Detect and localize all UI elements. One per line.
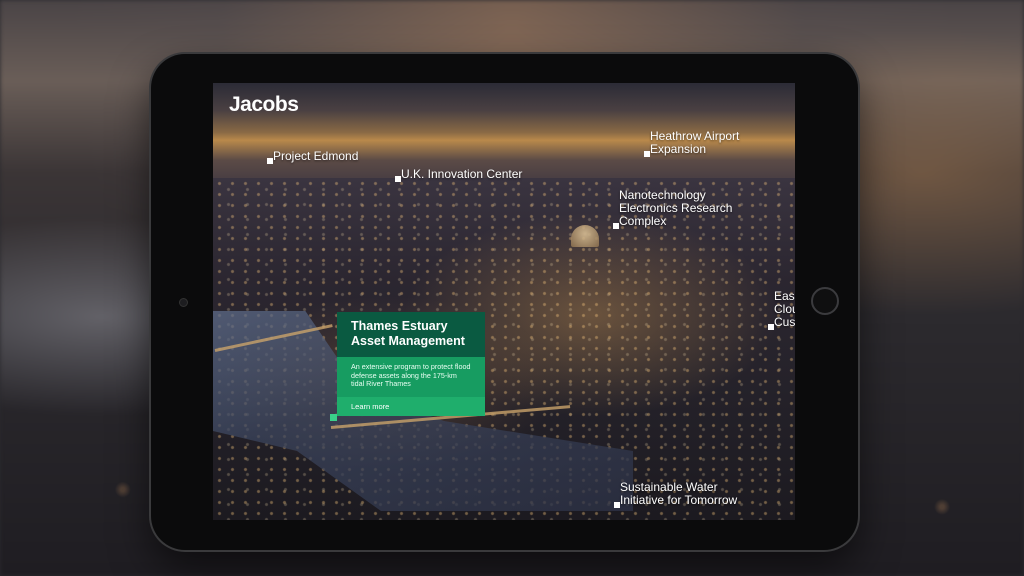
card-title: Thames Estuary Asset Management <box>337 312 485 357</box>
marker-uk-innovation-center[interactable]: U.K. Innovation Center <box>395 167 523 182</box>
st-pauls-dome <box>571 225 599 247</box>
marker-dot-icon <box>395 176 401 182</box>
marker-dot-icon <box>613 223 619 229</box>
marker-project-edmond[interactable]: Project Edmond <box>267 149 359 164</box>
front-camera <box>179 298 188 307</box>
marker-dot-icon <box>768 324 774 330</box>
marker-label: Project Edmond <box>273 149 359 163</box>
marker-label: Sustainable Water Initiative for Tomorro… <box>620 480 738 507</box>
marker-label: Heathrow Airport Expansion <box>650 129 740 156</box>
card-location-pin-icon[interactable] <box>330 414 337 421</box>
card-description: An extensive program to protect flood de… <box>351 362 471 388</box>
jacobs-logo[interactable]: Jacobs <box>229 93 299 117</box>
tablet-screen: Jacobs Project Edmond U.K. Innovation Ce… <box>213 83 795 520</box>
marker-heathrow-airport-expansion[interactable]: Heathrow Airport Expansion <box>644 129 740 157</box>
card-body: An extensive program to protect flood de… <box>337 357 485 416</box>
marker-label: U.K. Innovation Center <box>401 167 523 181</box>
marker-dot-icon <box>267 158 273 164</box>
home-button[interactable] <box>811 287 839 315</box>
learn-more-button[interactable]: Learn more <box>337 397 485 416</box>
marker-label: Nanotechnology Electronics Research Comp… <box>619 188 733 228</box>
project-info-card: Thames Estuary Asset Management An exten… <box>337 312 485 416</box>
marker-dot-icon <box>644 151 650 157</box>
marker-label: Eas Clou Cus <box>774 289 795 329</box>
marker-east-cloud-cus[interactable]: Eas Clou Cus <box>768 289 795 330</box>
marker-sustainable-water-initiative[interactable]: Sustainable Water Initiative for Tomorro… <box>614 480 738 508</box>
marker-nanotechnology-electronics-research-complex[interactable]: Nanotechnology Electronics Research Comp… <box>613 188 733 229</box>
marker-dot-icon <box>614 502 620 508</box>
